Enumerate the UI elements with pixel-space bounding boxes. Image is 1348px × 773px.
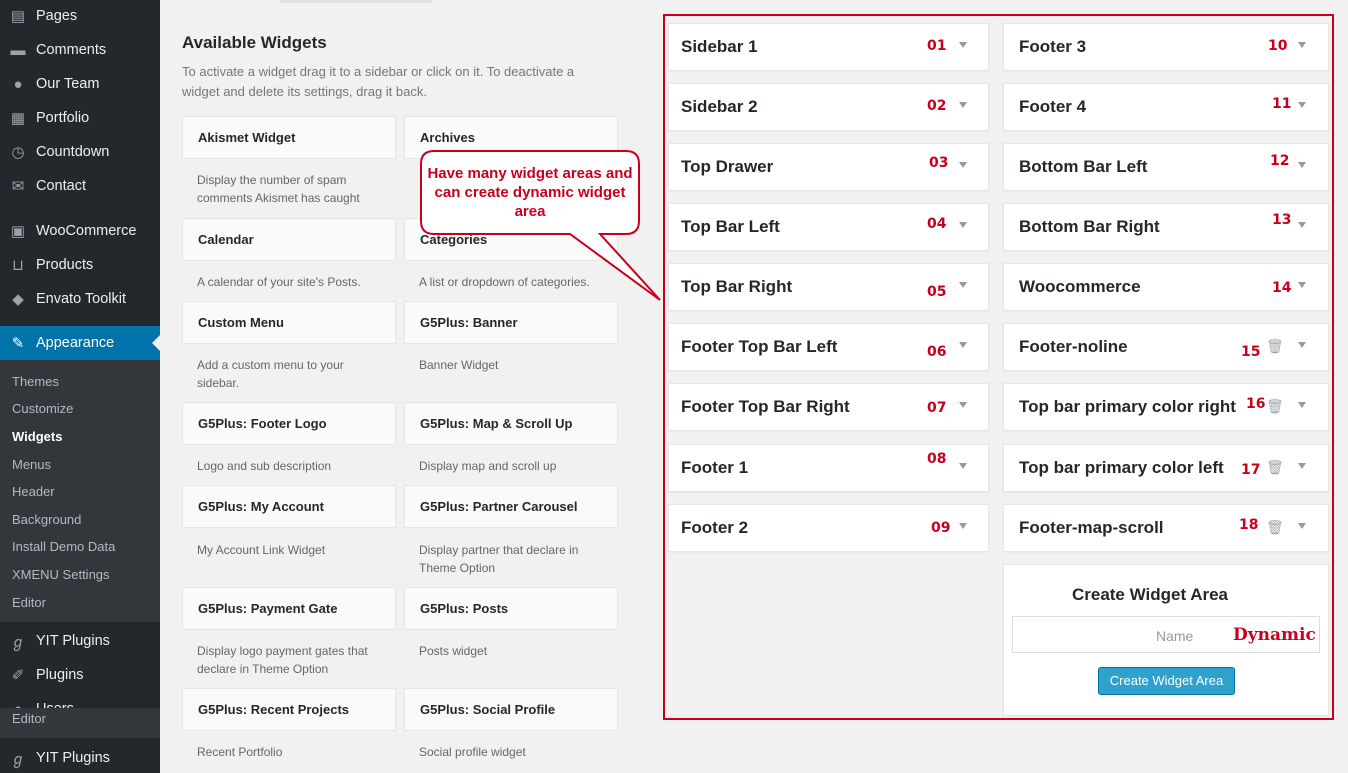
callout-annotation: Have many widget areas and can create dy… <box>421 150 639 234</box>
callout-text: Have many widget areas and can create dy… <box>427 165 633 220</box>
callout-bubble-shape <box>420 150 661 301</box>
